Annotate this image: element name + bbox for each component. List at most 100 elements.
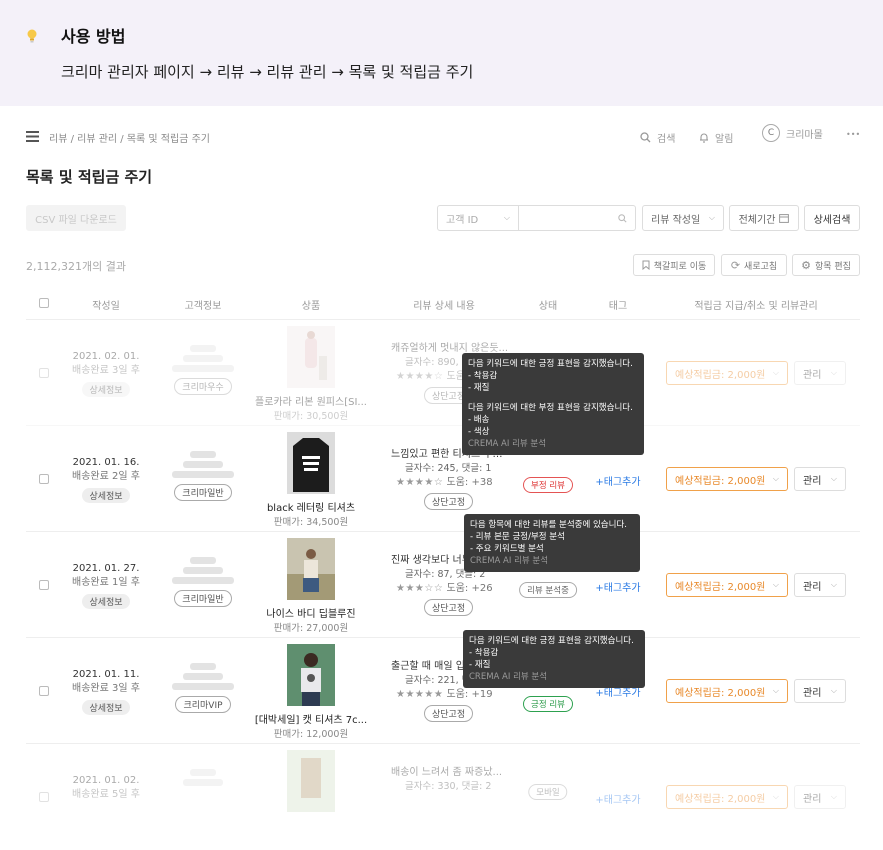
customer-search-input[interactable] <box>518 205 636 231</box>
analyzing-badge[interactable]: 리뷰 분석중 <box>519 582 577 598</box>
customer-id-select[interactable]: 고객 ID ⌵ <box>437 205 519 231</box>
points-select[interactable]: 예상적립금: 2,000원 ⌵ <box>666 361 788 385</box>
points-select[interactable]: 예상적립금: 2,000원 ⌵ <box>666 467 788 491</box>
row-checkbox[interactable] <box>39 792 49 802</box>
customer-name-redacted <box>190 345 216 352</box>
hamburger-menu-icon[interactable] <box>26 131 39 142</box>
csv-download-button[interactable]: CSV 파일 다운로드 <box>26 205 126 231</box>
date-cell: 2021. 01. 11. 배송완료 3일 후 상세정보 <box>51 668 161 715</box>
pin-top-button[interactable]: 상단고정 <box>424 705 474 722</box>
customer-name-redacted <box>190 769 216 776</box>
search-button[interactable]: 검색 <box>640 130 675 145</box>
customer-cell: 크리마VIP <box>153 660 253 713</box>
alerts-button[interactable]: 알림 <box>699 130 733 145</box>
customer-cell <box>153 766 253 789</box>
product-thumbnail[interactable] <box>287 432 335 494</box>
helpful-count: 도움: +38 <box>446 477 493 488</box>
manage-label: 관리 <box>803 581 822 593</box>
ai-analysis-tooltip-row4: 다음 키워드에 대한 긍정 표현을 감지했습니다. - 착용감 - 재질 CRE… <box>463 630 645 688</box>
alerts-label: 알림 <box>715 134 734 145</box>
points-label: 예상적립금: 2,000원 <box>675 793 766 805</box>
customer-id-select-label: 고객 ID <box>446 214 479 226</box>
chevron-down-icon: ⌵ <box>772 368 779 377</box>
result-count: 2,112,321개의 결과 <box>26 260 126 273</box>
customer-cell: 크리마일반 <box>153 448 253 501</box>
review-date: 2021. 01. 16. <box>72 457 140 468</box>
product-thumbnail[interactable] <box>287 644 335 706</box>
star-rating: ★★★★☆ <box>396 371 444 382</box>
product-name[interactable]: 플로카라 리본 원피스[SI... <box>246 396 376 410</box>
manage-select[interactable]: 관리 ⌵ <box>794 679 846 703</box>
manage-select[interactable]: 관리 ⌵ <box>794 573 846 597</box>
column-header-status: 상태 <box>538 301 558 312</box>
points-select[interactable]: 예상적립금: 2,000원 ⌵ <box>666 679 788 703</box>
table-row: 2021. 01. 16. 배송완료 2일 후 상세정보 크리마일반 black… <box>26 426 860 532</box>
bookmark-label: 책갈피로 이동 <box>653 261 707 272</box>
shipping-info: 배송완료 5일 후 <box>72 789 140 800</box>
column-header-tag: 태그 <box>608 301 628 312</box>
chevron-down-icon: ⌵ <box>830 474 837 483</box>
pin-top-button[interactable]: 상단고정 <box>424 599 474 616</box>
more-options-icon[interactable]: ••• <box>846 130 860 139</box>
product-name[interactable]: black 레터링 티셔츠 <box>246 502 376 516</box>
points-select[interactable]: 예상적립금: 2,000원 ⌵ <box>666 785 788 809</box>
select-all-checkbox[interactable] <box>39 298 49 308</box>
points-select[interactable]: 예상적립금: 2,000원 ⌵ <box>666 573 788 597</box>
product-thumbnail[interactable] <box>287 750 335 812</box>
product-thumbnail[interactable] <box>287 326 335 388</box>
tooltip-item: - 배송 <box>468 415 490 425</box>
detail-button[interactable]: 상세정보 <box>82 488 130 503</box>
top-bar: 리뷰 / 리뷰 관리 / 목록 및 적립금 주기 검색 알림 C 크리마몰 ••… <box>0 122 883 152</box>
row-checkbox[interactable] <box>39 368 49 378</box>
review-date-select-label: 리뷰 작성일 <box>651 214 701 226</box>
product-name[interactable]: [대박세일] 캣 티셔츠 7c... <box>246 714 376 728</box>
review-meta: 글자수: 245, 댓글: 1 <box>405 463 492 474</box>
product-price: 판매가: 27,000원 <box>273 623 349 634</box>
review-title[interactable]: 배송이 느려서 좀 짜증났... <box>391 766 511 780</box>
refresh-label: 새로고침 <box>744 261 778 272</box>
period-label: 전체기간 <box>738 214 776 226</box>
manage-select[interactable]: 관리 ⌵ <box>794 361 846 385</box>
tooltip-item: - 재질 <box>468 383 490 393</box>
add-tag-button[interactable]: +태그추가 <box>595 473 640 488</box>
detail-button[interactable]: 상세정보 <box>82 382 130 397</box>
product-cell <box>246 750 376 820</box>
search-icon <box>618 214 627 223</box>
period-picker[interactable]: 전체기간 <box>729 205 799 231</box>
product-name[interactable]: 나이스 바디 딥블루진 <box>246 608 376 622</box>
product-price: 판매가: 12,000원 <box>273 729 349 740</box>
positive-review-badge[interactable]: 긍정 리뷰 <box>523 696 573 712</box>
gear-icon: ⚙ <box>801 258 811 272</box>
product-cell: 나이스 바디 딥블루진 판매가: 27,000원 <box>246 538 376 635</box>
negative-review-badge[interactable]: 부정 리뷰 <box>523 477 573 493</box>
row-checkbox[interactable] <box>39 580 49 590</box>
refresh-icon: ⟳ <box>730 258 741 272</box>
tooltip-item: - 착용감 <box>468 371 498 381</box>
detail-button[interactable]: 상세정보 <box>82 700 130 715</box>
shipping-info: 배송완료 1일 후 <box>72 577 140 588</box>
product-cell: black 레터링 티셔츠 판매가: 34,500원 <box>246 432 376 529</box>
review-cell: 배송이 느려서 좀 짜증났... 글자수: 330, 댓글: 2 <box>391 766 511 793</box>
detail-button[interactable]: 상세정보 <box>82 594 130 609</box>
row-checkbox[interactable] <box>39 474 49 484</box>
add-tag-button[interactable]: +태그추가 <box>595 579 640 594</box>
edit-columns-button[interactable]: ⚙ 항목 편집 <box>792 254 860 276</box>
row-checkbox[interactable] <box>39 686 49 696</box>
detail-search-button[interactable]: 상세검색 <box>804 205 860 231</box>
avatar: C <box>762 124 780 142</box>
manage-select[interactable]: 관리 ⌵ <box>794 785 846 809</box>
bookmark-button[interactable]: 책갈피로 이동 <box>633 254 715 276</box>
review-date-select[interactable]: 리뷰 작성일 ⌵ <box>642 205 724 231</box>
refresh-button[interactable]: ⟳ 새로고침 <box>721 254 787 276</box>
customer-phone-redacted <box>172 365 234 372</box>
user-menu[interactable]: C 크리마몰 <box>762 124 823 142</box>
review-meta: 글자수: 330, 댓글: 2 <box>405 781 492 792</box>
customer-id-redacted <box>183 355 223 362</box>
date-cell: 2021. 02. 01. 배송완료 3일 후 상세정보 <box>51 350 161 397</box>
product-thumbnail[interactable] <box>287 538 335 600</box>
pin-top-button[interactable]: 상단고정 <box>424 493 474 510</box>
review-date: 2021. 02. 01. <box>72 351 140 362</box>
chevron-down-icon: ⌵ <box>830 368 837 377</box>
search-icon <box>640 132 651 143</box>
manage-select[interactable]: 관리 ⌵ <box>794 467 846 491</box>
